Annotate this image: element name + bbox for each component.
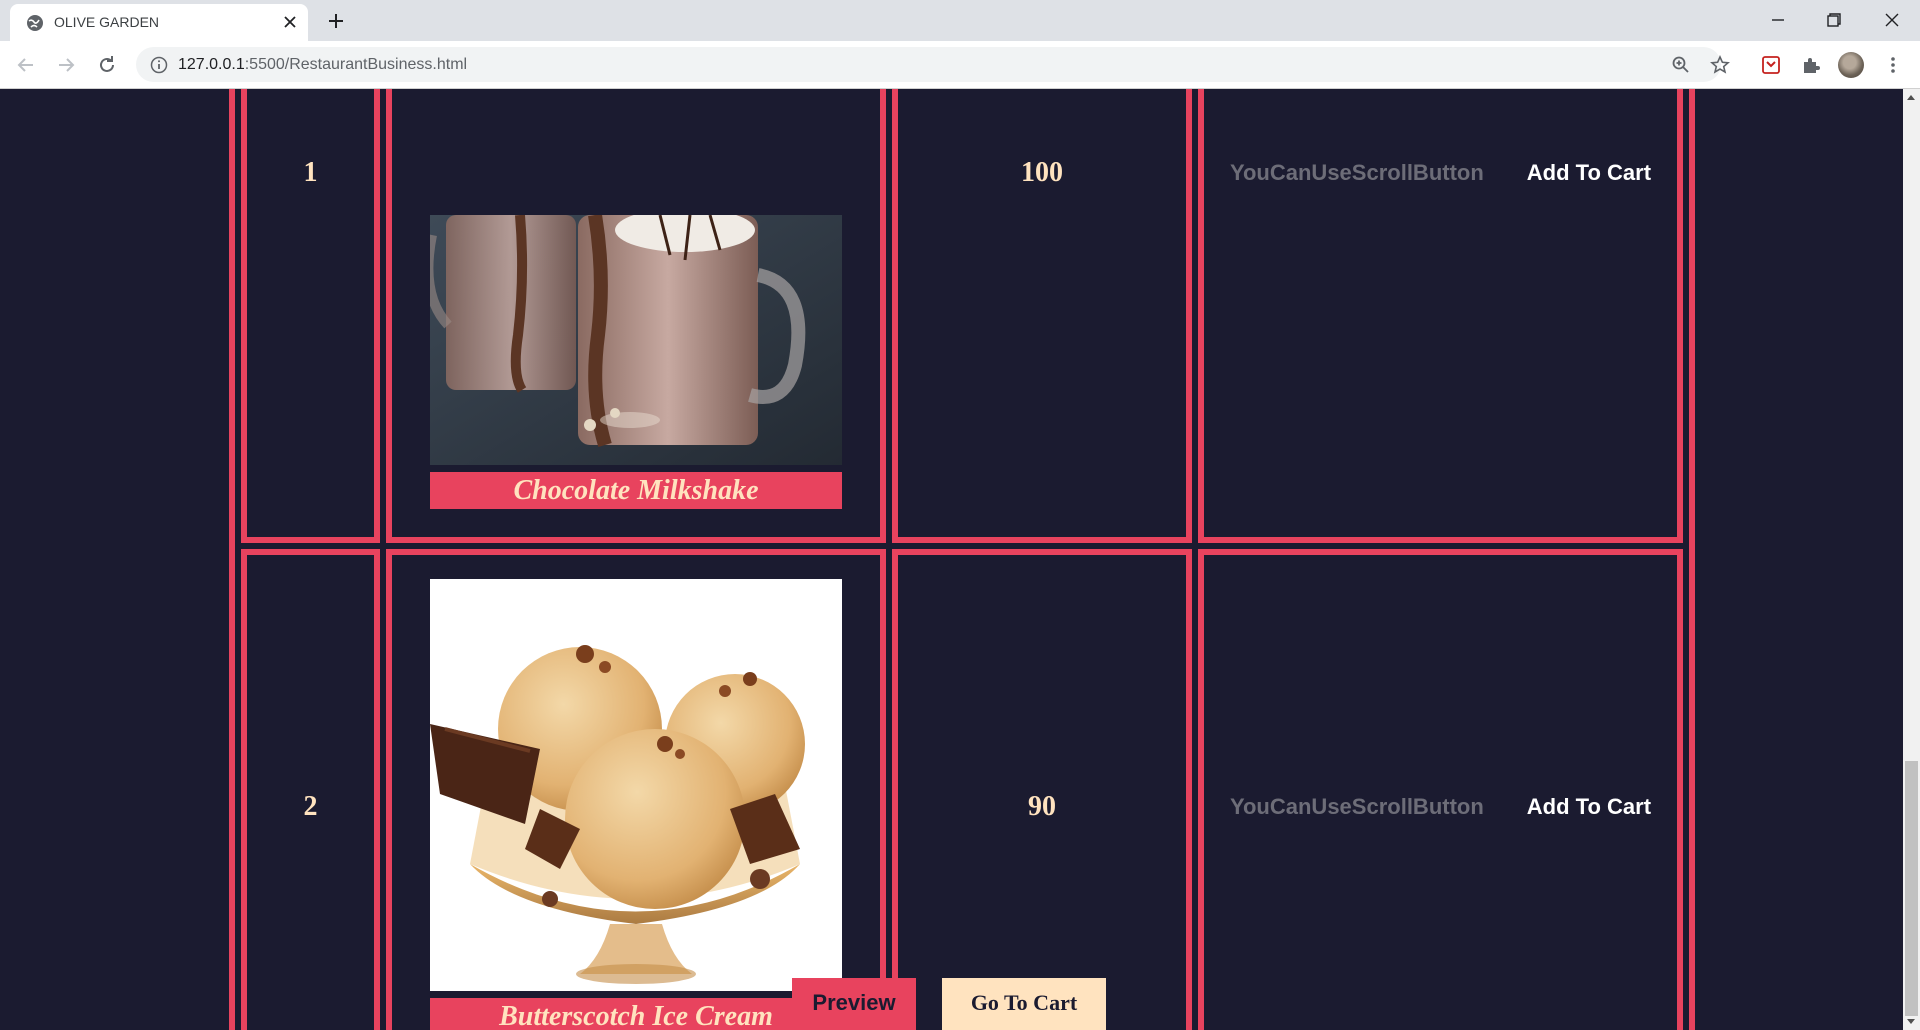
item-cell: Butterscotch Ice Cream [386,549,886,1030]
actions-cell: YouCanUseScrollButton Add To Cart [1198,549,1683,1030]
price-cell: 90 [892,549,1192,1030]
chocolate-milkshake-photo [430,215,842,465]
zoom-icon[interactable] [1671,55,1691,75]
restore-icon[interactable] [1822,8,1846,32]
price-cell: 100 [892,89,1192,543]
item-number-cell: 1 [241,89,380,543]
preview-button[interactable]: Preview [792,978,916,1030]
url-path: :5500/RestaurantBusiness.html [244,56,468,73]
row-actions: YouCanUseScrollButton Add To Cart [1204,794,1677,820]
address-bar[interactable]: 127.0.0.1:5500/RestaurantBusiness.html [136,47,1730,82]
minimize-icon[interactable] [1766,8,1790,32]
vertical-scrollbar[interactable] [1903,89,1920,1030]
item-number: 2 [303,791,318,822]
item-price: 100 [1021,157,1063,188]
scroll-down-arrow-icon[interactable] [1907,1019,1915,1024]
scroll-hint: YouCanUseScrollButton [1229,794,1484,819]
item-cell: Chocolate Milkshake [386,89,886,543]
reload-icon[interactable] [95,53,119,77]
close-tab-icon[interactable] [282,14,298,30]
new-tab-icon[interactable] [326,11,346,31]
item-number: 1 [303,157,318,188]
item-name: Chocolate Milkshake [430,472,842,509]
forward-icon[interactable] [54,53,78,77]
kebab-menu-icon[interactable] [1882,54,1904,76]
profile-avatar[interactable] [1838,52,1864,78]
bookmark-star-icon[interactable] [1710,55,1730,75]
browser-tab-strip: OLIVE GARDEN [0,0,1920,41]
info-icon[interactable] [150,56,168,74]
close-window-icon[interactable] [1880,8,1904,32]
scroll-up-arrow-icon[interactable] [1907,95,1915,100]
table-row: 2 Butterscotch Ice Cream 90 YouCanUseScr… [241,549,1683,1030]
menu-item-card: Chocolate Milkshake [430,215,842,509]
actions-cell: YouCanUseScrollButton Add To Cart [1198,89,1683,543]
globe-icon [27,15,43,31]
menu-table: 1 Chocolate Milkshake 100 YouCanUseScrol… [229,89,1695,1030]
item-price: 90 [1028,791,1056,822]
extensions-puzzle-icon[interactable] [1800,54,1822,76]
go-to-cart-button[interactable]: Go To Cart [942,978,1106,1030]
bottom-button-bar: Preview Go To Cart [0,978,1903,1030]
add-to-cart-button[interactable]: Add To Cart [1527,160,1651,186]
butterscotch-ice-cream-photo [430,579,842,991]
browser-tab[interactable]: OLIVE GARDEN [10,4,308,41]
scrollbar-thumb[interactable] [1905,761,1918,1016]
tab-title: OLIVE GARDEN [54,14,160,30]
menu-item-card: Butterscotch Ice Cream [430,579,842,1030]
extension-shield-icon[interactable] [1760,54,1782,76]
browser-toolbar: 127.0.0.1:5500/RestaurantBusiness.html [0,41,1920,89]
scroll-hint: YouCanUseScrollButton [1229,160,1484,185]
url-host: 127.0.0.1 [178,56,245,73]
back-icon[interactable] [14,53,38,77]
item-number-cell: 2 [241,549,380,1030]
table-row: 1 Chocolate Milkshake 100 YouCanUseScrol… [241,89,1683,543]
row-actions: YouCanUseScrollButton Add To Cart [1204,160,1677,186]
page-viewport: 1 Chocolate Milkshake 100 YouCanUseScrol… [0,89,1903,1030]
url-text[interactable]: 127.0.0.1:5500/RestaurantBusiness.html [178,56,467,74]
add-to-cart-button[interactable]: Add To Cart [1527,794,1651,820]
